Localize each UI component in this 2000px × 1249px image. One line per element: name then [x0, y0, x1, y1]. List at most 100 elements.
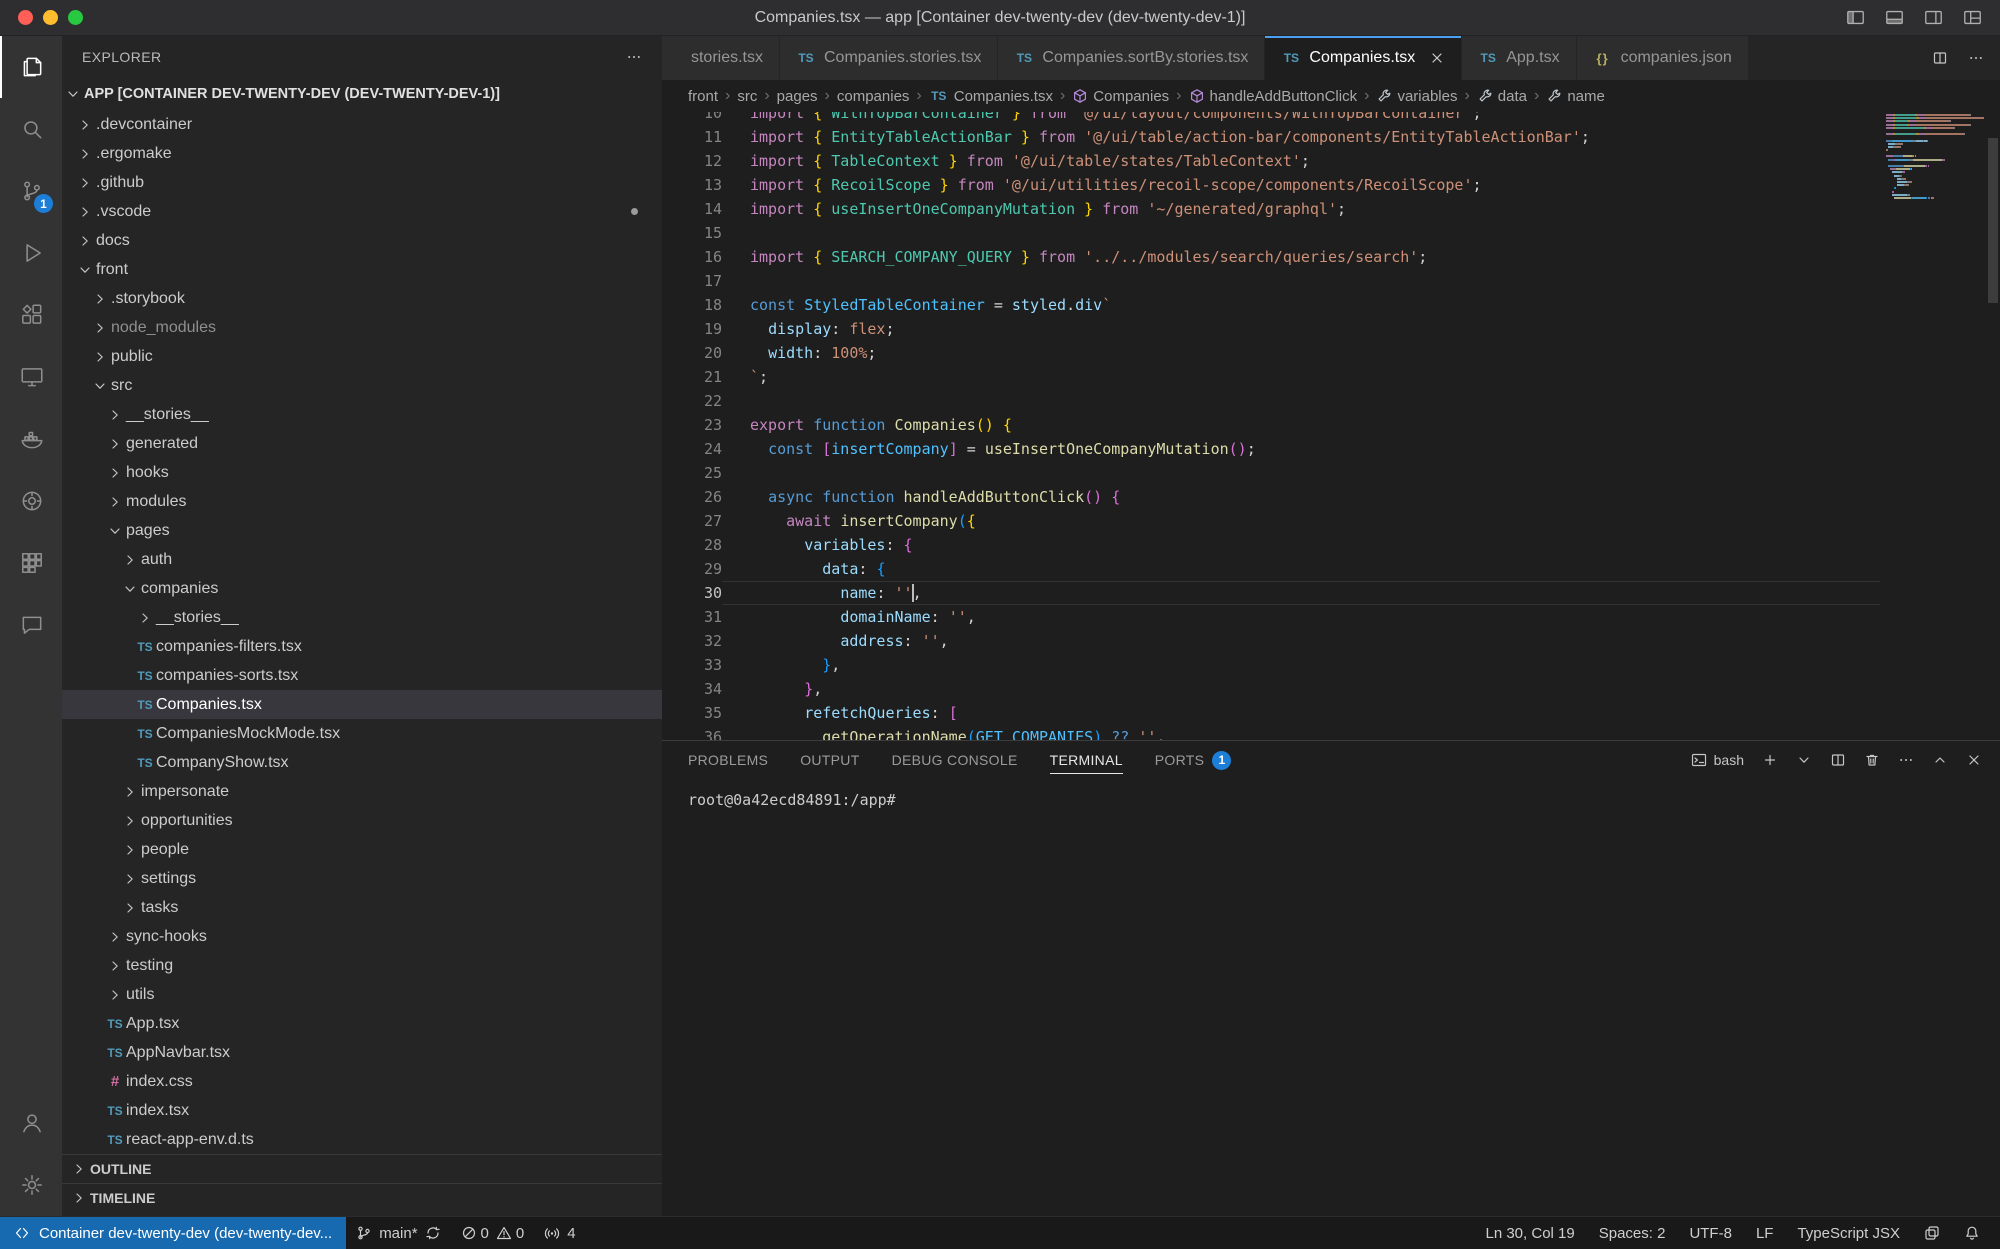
chevron-down-icon[interactable]: [1796, 752, 1812, 768]
tree-item-stories[interactable]: __stories__: [62, 400, 662, 429]
close-window-button[interactable]: [18, 10, 33, 25]
status-eol[interactable]: LF: [1746, 1217, 1784, 1249]
tree-item-stories[interactable]: __stories__: [62, 603, 662, 632]
tree-item-devcontainer[interactable]: .devcontainer: [62, 110, 662, 139]
editor-scrollbar[interactable]: [1986, 112, 2000, 740]
trash-icon[interactable]: [1864, 752, 1880, 768]
tree-item-companies[interactable]: companies: [62, 574, 662, 603]
sidebar-section-timeline[interactable]: TIMELINE: [62, 1183, 662, 1212]
tree-item-tasks[interactable]: tasks: [62, 893, 662, 922]
breadcrumb-data[interactable]: data: [1477, 88, 1527, 105]
breadcrumb-companies[interactable]: Companies: [1072, 88, 1169, 105]
tree-item-github[interactable]: .github: [62, 168, 662, 197]
more-icon[interactable]: [1968, 50, 1984, 66]
terminal-output[interactable]: root@0a42ecd84891:/app#: [662, 779, 2000, 809]
tree-item-src[interactable]: src: [62, 371, 662, 400]
minimize-window-button[interactable]: [43, 10, 58, 25]
zoom-window-button[interactable]: [68, 10, 83, 25]
sidebar-section-outline[interactable]: OUTLINE: [62, 1154, 662, 1183]
tree-item-companies-filters-tsx[interactable]: TScompanies-filters.tsx: [62, 632, 662, 661]
tree-item-index-tsx[interactable]: TSindex.tsx: [62, 1096, 662, 1125]
tree-item-docs[interactable]: docs: [62, 226, 662, 255]
add-icon[interactable]: [1762, 752, 1778, 768]
tree-item-generated[interactable]: generated: [62, 429, 662, 458]
tree-item-front[interactable]: front: [62, 255, 662, 284]
customize-layout-icon[interactable]: [1963, 8, 1982, 27]
tree-item-index-css[interactable]: #index.css: [62, 1067, 662, 1096]
chevron-up-icon[interactable]: [1932, 752, 1948, 768]
tree-item-appnavbar-tsx[interactable]: TSAppNavbar.tsx: [62, 1038, 662, 1067]
minimap[interactable]: [1886, 114, 1984, 200]
tree-item-vscode[interactable]: .vscode: [62, 197, 662, 226]
comments-activity-item[interactable]: [0, 594, 62, 656]
close-tab-icon[interactable]: [1429, 50, 1445, 66]
tree-item-settings[interactable]: settings: [62, 864, 662, 893]
files-activity-item[interactable]: [0, 36, 62, 98]
extensions-activity-item[interactable]: [0, 284, 62, 346]
tree-item-app-tsx[interactable]: TSApp.tsx: [62, 1009, 662, 1038]
source-control-activity-item[interactable]: 1: [0, 160, 62, 222]
account-activity-item[interactable]: [0, 1092, 62, 1154]
editor-tab-stories-tsx[interactable]: stories.tsx: [662, 36, 780, 80]
remote-indicator[interactable]: Container dev-twenty-dev (dev-twenty-dev…: [0, 1217, 346, 1249]
tree-item-companies-tsx[interactable]: TSCompanies.tsx: [62, 690, 662, 719]
panel-tab-output[interactable]: OUTPUT: [800, 741, 859, 779]
run-debug-activity-item[interactable]: [0, 222, 62, 284]
search-activity-item[interactable]: [0, 98, 62, 160]
tree-item-companyshow-tsx[interactable]: TSCompanyShow.tsx: [62, 748, 662, 777]
tree-item-modules[interactable]: modules: [62, 487, 662, 516]
scrollbar-thumb[interactable]: [1988, 138, 1998, 303]
breadcrumb-variables[interactable]: variables: [1376, 88, 1457, 105]
tree-item-ergomake[interactable]: .ergomake: [62, 139, 662, 168]
tree-item-sync-hooks[interactable]: sync-hooks: [62, 922, 662, 951]
breadcrumb-name[interactable]: name: [1546, 88, 1605, 105]
editor-tab-companies-tsx[interactable]: TSCompanies.tsx: [1265, 36, 1462, 80]
tree-item-utils[interactable]: utils: [62, 980, 662, 1009]
close-icon[interactable]: [1966, 752, 1982, 768]
tree-item-pages[interactable]: pages: [62, 516, 662, 545]
workspace-section-header[interactable]: APP [CONTAINER DEV-TWENTY-DEV (DEV-TWENT…: [62, 78, 662, 110]
editor-tab-companies-json[interactable]: {}companies.json: [1577, 36, 1749, 80]
code-editor[interactable]: 10import { WithTopBarContainer } from '@…: [662, 112, 2000, 740]
panel-tab-problems[interactable]: PROBLEMS: [688, 741, 768, 779]
tree-item-companiesmockmode-tsx[interactable]: TSCompaniesMockMode.tsx: [62, 719, 662, 748]
breadcrumb-companies-tsx[interactable]: TSCompanies.tsx: [929, 88, 1053, 105]
forwarded-ports-item[interactable]: 4: [534, 1217, 585, 1249]
toggle-primary-sidebar-icon[interactable]: [1846, 8, 1865, 27]
toggle-panel-icon[interactable]: [1885, 8, 1904, 27]
status-language-mode[interactable]: TypeScript JSX: [1787, 1217, 1910, 1249]
split-editor-icon[interactable]: [1932, 50, 1948, 66]
status-prettier[interactable]: [1914, 1217, 1950, 1249]
tree-item-node-modules[interactable]: node_modules: [62, 313, 662, 342]
split-icon[interactable]: [1830, 752, 1846, 768]
panel-tab-debug-console[interactable]: DEBUG CONSOLE: [892, 741, 1018, 779]
editor-tab-companies-sortby-stories-tsx[interactable]: TSCompanies.sortBy.stories.tsx: [998, 36, 1265, 80]
kubernetes-activity-item[interactable]: [0, 532, 62, 594]
breadcrumb-handleaddbuttonclick[interactable]: handleAddButtonClick: [1189, 88, 1358, 105]
docker-activity-item[interactable]: [0, 408, 62, 470]
toggle-secondary-sidebar-icon[interactable]: [1924, 8, 1943, 27]
status-indentation[interactable]: Spaces: 2: [1589, 1217, 1676, 1249]
problems-item[interactable]: 0 0: [451, 1217, 535, 1249]
breadcrumb-pages[interactable]: pages: [777, 88, 818, 105]
status-notifications[interactable]: [1954, 1217, 1990, 1249]
tree-item-impersonate[interactable]: impersonate: [62, 777, 662, 806]
explorer-more-actions-icon[interactable]: [626, 49, 642, 65]
editor-tab-companies-stories-tsx[interactable]: TSCompanies.stories.tsx: [780, 36, 998, 80]
breadcrumb-front[interactable]: front: [688, 88, 718, 105]
tree-item-testing[interactable]: testing: [62, 951, 662, 980]
tree-item-auth[interactable]: auth: [62, 545, 662, 574]
tree-item-hooks[interactable]: hooks: [62, 458, 662, 487]
tree-item-react-app-env-d-ts[interactable]: TSreact-app-env.d.ts: [62, 1125, 662, 1154]
tree-item-companies-sorts-tsx[interactable]: TScompanies-sorts.tsx: [62, 661, 662, 690]
panel-tab-terminal[interactable]: TERMINAL: [1050, 741, 1123, 779]
status-encoding[interactable]: UTF-8: [1679, 1217, 1742, 1249]
tree-item-opportunities[interactable]: opportunities: [62, 806, 662, 835]
status-cursor-position[interactable]: Ln 30, Col 19: [1475, 1217, 1584, 1249]
remote-explorer-activity-item[interactable]: [0, 346, 62, 408]
panel-tab-ports[interactable]: PORTS1: [1155, 741, 1231, 779]
git-branch-item[interactable]: main*: [346, 1217, 450, 1249]
settings-gear-activity-item[interactable]: [0, 1154, 62, 1216]
tree-item-storybook[interactable]: .storybook: [62, 284, 662, 313]
more-icon[interactable]: [1898, 752, 1914, 768]
